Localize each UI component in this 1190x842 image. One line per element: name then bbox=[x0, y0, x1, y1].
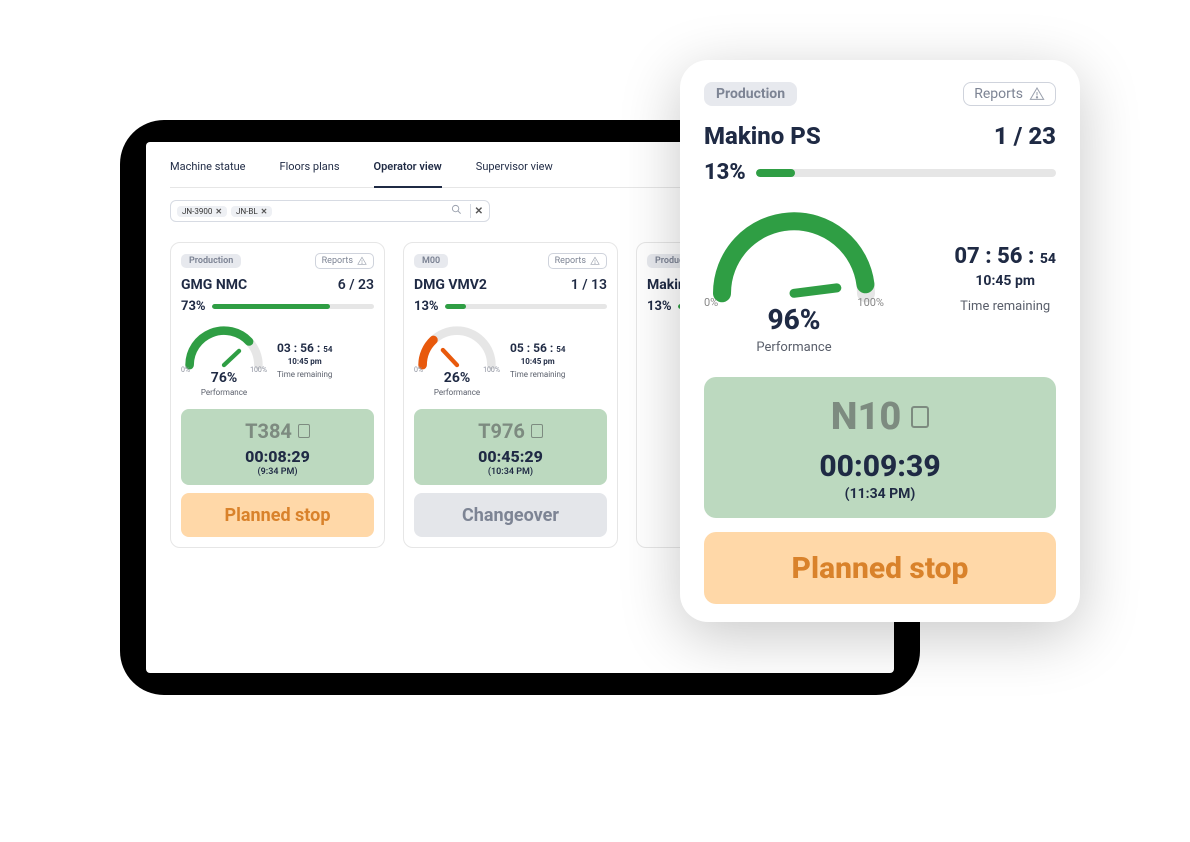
job-box: T384 00:08:29 (9:34 PM) bbox=[181, 409, 374, 485]
gauge-needle bbox=[794, 288, 837, 293]
progress-bar-fill bbox=[212, 304, 331, 309]
gauge-max: 100% bbox=[250, 366, 267, 374]
filter-chip[interactable]: JN-BL ✕ bbox=[231, 206, 272, 217]
gauge-arc bbox=[190, 331, 249, 365]
tab-machine-statue[interactable]: Machine statue bbox=[170, 160, 245, 179]
gauge-max: 100% bbox=[857, 296, 884, 309]
time-label: Time remaining bbox=[277, 370, 332, 379]
job-sub: (9:34 PM) bbox=[187, 467, 368, 477]
status-pill: Production bbox=[181, 254, 241, 268]
status-button[interactable]: Planned stop bbox=[704, 532, 1056, 604]
chip-label: JN-3900 bbox=[182, 207, 212, 216]
close-icon[interactable]: ✕ bbox=[261, 207, 268, 216]
memo-icon bbox=[531, 424, 543, 438]
clear-icon[interactable]: ✕ bbox=[475, 206, 483, 217]
time-sub: 10:45 pm bbox=[277, 357, 332, 366]
performance-label: Performance bbox=[414, 388, 500, 397]
performance-label: Performance bbox=[704, 340, 884, 355]
job-code: N10 bbox=[831, 395, 902, 439]
overlay-machine-card[interactable]: Production Reports Makino PS 1 / 23 13% … bbox=[680, 60, 1080, 622]
gauge-arc bbox=[423, 340, 434, 365]
progress-bar bbox=[212, 304, 374, 309]
job-sub: (11:34 PM) bbox=[714, 486, 1046, 502]
time-sec: 54 bbox=[556, 345, 565, 354]
job-code: T976 bbox=[478, 419, 525, 443]
performance-gauge: 0%100% 96% Performance bbox=[704, 203, 884, 355]
progress-percent: 13% bbox=[704, 160, 746, 185]
time-sub: 10:45 pm bbox=[954, 273, 1056, 289]
tab-floors-plans[interactable]: Floors plans bbox=[279, 160, 339, 179]
time-main: 03 : 56 : bbox=[277, 341, 320, 355]
progress-bar-fill bbox=[445, 304, 466, 309]
gauge-max: 100% bbox=[483, 366, 500, 374]
time-remaining: 03 : 56 : 54 10:45 pm Time remaining bbox=[277, 341, 332, 379]
memo-icon bbox=[298, 424, 310, 438]
gauge-needle bbox=[224, 351, 239, 365]
gauge-min: 0% bbox=[181, 366, 190, 374]
reports-button[interactable]: Reports bbox=[315, 253, 374, 269]
gauge-arc bbox=[722, 221, 865, 293]
progress-bar bbox=[756, 169, 1056, 177]
gauge-min: 0% bbox=[414, 366, 423, 374]
progress-percent: 73% bbox=[181, 299, 206, 314]
progress-percent: 13% bbox=[414, 299, 439, 314]
machine-title: GMG NMC bbox=[181, 277, 247, 293]
gauge-icon bbox=[414, 322, 500, 372]
time-sec: 54 bbox=[1040, 251, 1056, 267]
job-time: 00:08:29 bbox=[187, 447, 368, 466]
reports-label: Reports bbox=[555, 256, 586, 266]
warning-icon bbox=[357, 256, 367, 266]
progress-bar-fill bbox=[756, 169, 795, 177]
progress-bar bbox=[445, 304, 607, 309]
divider bbox=[470, 204, 471, 218]
performance-gauge: 0%100% 76% Performance bbox=[181, 322, 267, 397]
performance-label: Performance bbox=[181, 388, 267, 397]
progress-percent: 13% bbox=[647, 299, 672, 314]
close-icon[interactable]: ✕ bbox=[215, 207, 222, 216]
search-input[interactable]: JN-3900 ✕ JN-BL ✕ ✕ bbox=[170, 200, 490, 222]
machine-title: DMG VMV2 bbox=[414, 277, 487, 293]
gauge-needle bbox=[443, 350, 457, 365]
warning-icon bbox=[1029, 86, 1045, 102]
reports-label: Reports bbox=[974, 86, 1023, 102]
time-remaining: 05 : 56 : 54 10:45 pm Time remaining bbox=[510, 341, 565, 379]
machine-card[interactable]: Production Reports GMG NMC 6 / 23 73% bbox=[170, 242, 385, 548]
job-time: 00:09:39 bbox=[714, 449, 1046, 484]
time-sub: 10:45 pm bbox=[510, 357, 565, 366]
warning-icon bbox=[590, 256, 600, 266]
time-remaining: 07 : 56 : 54 10:45 pm Time remaining bbox=[954, 244, 1056, 314]
job-box: T976 00:45:29 (10:34 PM) bbox=[414, 409, 607, 485]
search-icon bbox=[451, 204, 462, 218]
performance-gauge: 0%100% 26% Performance bbox=[414, 322, 500, 397]
status-pill: M00 bbox=[414, 254, 448, 268]
reports-button[interactable]: Reports bbox=[548, 253, 607, 269]
job-sub: (10:34 PM) bbox=[420, 467, 601, 477]
machine-count: 1 / 23 bbox=[994, 122, 1056, 150]
machine-title: Makino PS bbox=[704, 122, 821, 150]
status-button[interactable]: Changeover bbox=[414, 493, 607, 537]
time-main: 05 : 56 : bbox=[510, 341, 553, 355]
machine-count: 1 / 13 bbox=[571, 277, 607, 293]
filter-chip[interactable]: JN-3900 ✕ bbox=[177, 206, 227, 217]
job-box: N10 00:09:39 (11:34 PM) bbox=[704, 377, 1056, 518]
time-main: 07 : 56 : bbox=[954, 244, 1034, 269]
job-time: 00:45:29 bbox=[420, 447, 601, 466]
time-label: Time remaining bbox=[510, 370, 565, 379]
gauge-icon bbox=[181, 322, 267, 372]
job-code: T384 bbox=[245, 419, 292, 443]
tab-operator-view[interactable]: Operator view bbox=[374, 160, 442, 188]
machine-card[interactable]: M00 Reports DMG VMV2 1 / 13 13% bbox=[403, 242, 618, 548]
gauge-min: 0% bbox=[704, 296, 718, 309]
tab-supervisor-view[interactable]: Supervisor view bbox=[476, 160, 553, 179]
time-sec: 54 bbox=[323, 345, 332, 354]
gauge-icon bbox=[704, 203, 884, 308]
memo-icon bbox=[911, 406, 929, 428]
chip-label: JN-BL bbox=[236, 207, 258, 216]
machine-count: 6 / 23 bbox=[338, 277, 374, 293]
time-label: Time remaining bbox=[954, 299, 1056, 314]
reports-label: Reports bbox=[322, 256, 353, 266]
status-pill: Production bbox=[704, 82, 797, 106]
reports-button[interactable]: Reports bbox=[963, 82, 1056, 106]
status-button[interactable]: Planned stop bbox=[181, 493, 374, 537]
